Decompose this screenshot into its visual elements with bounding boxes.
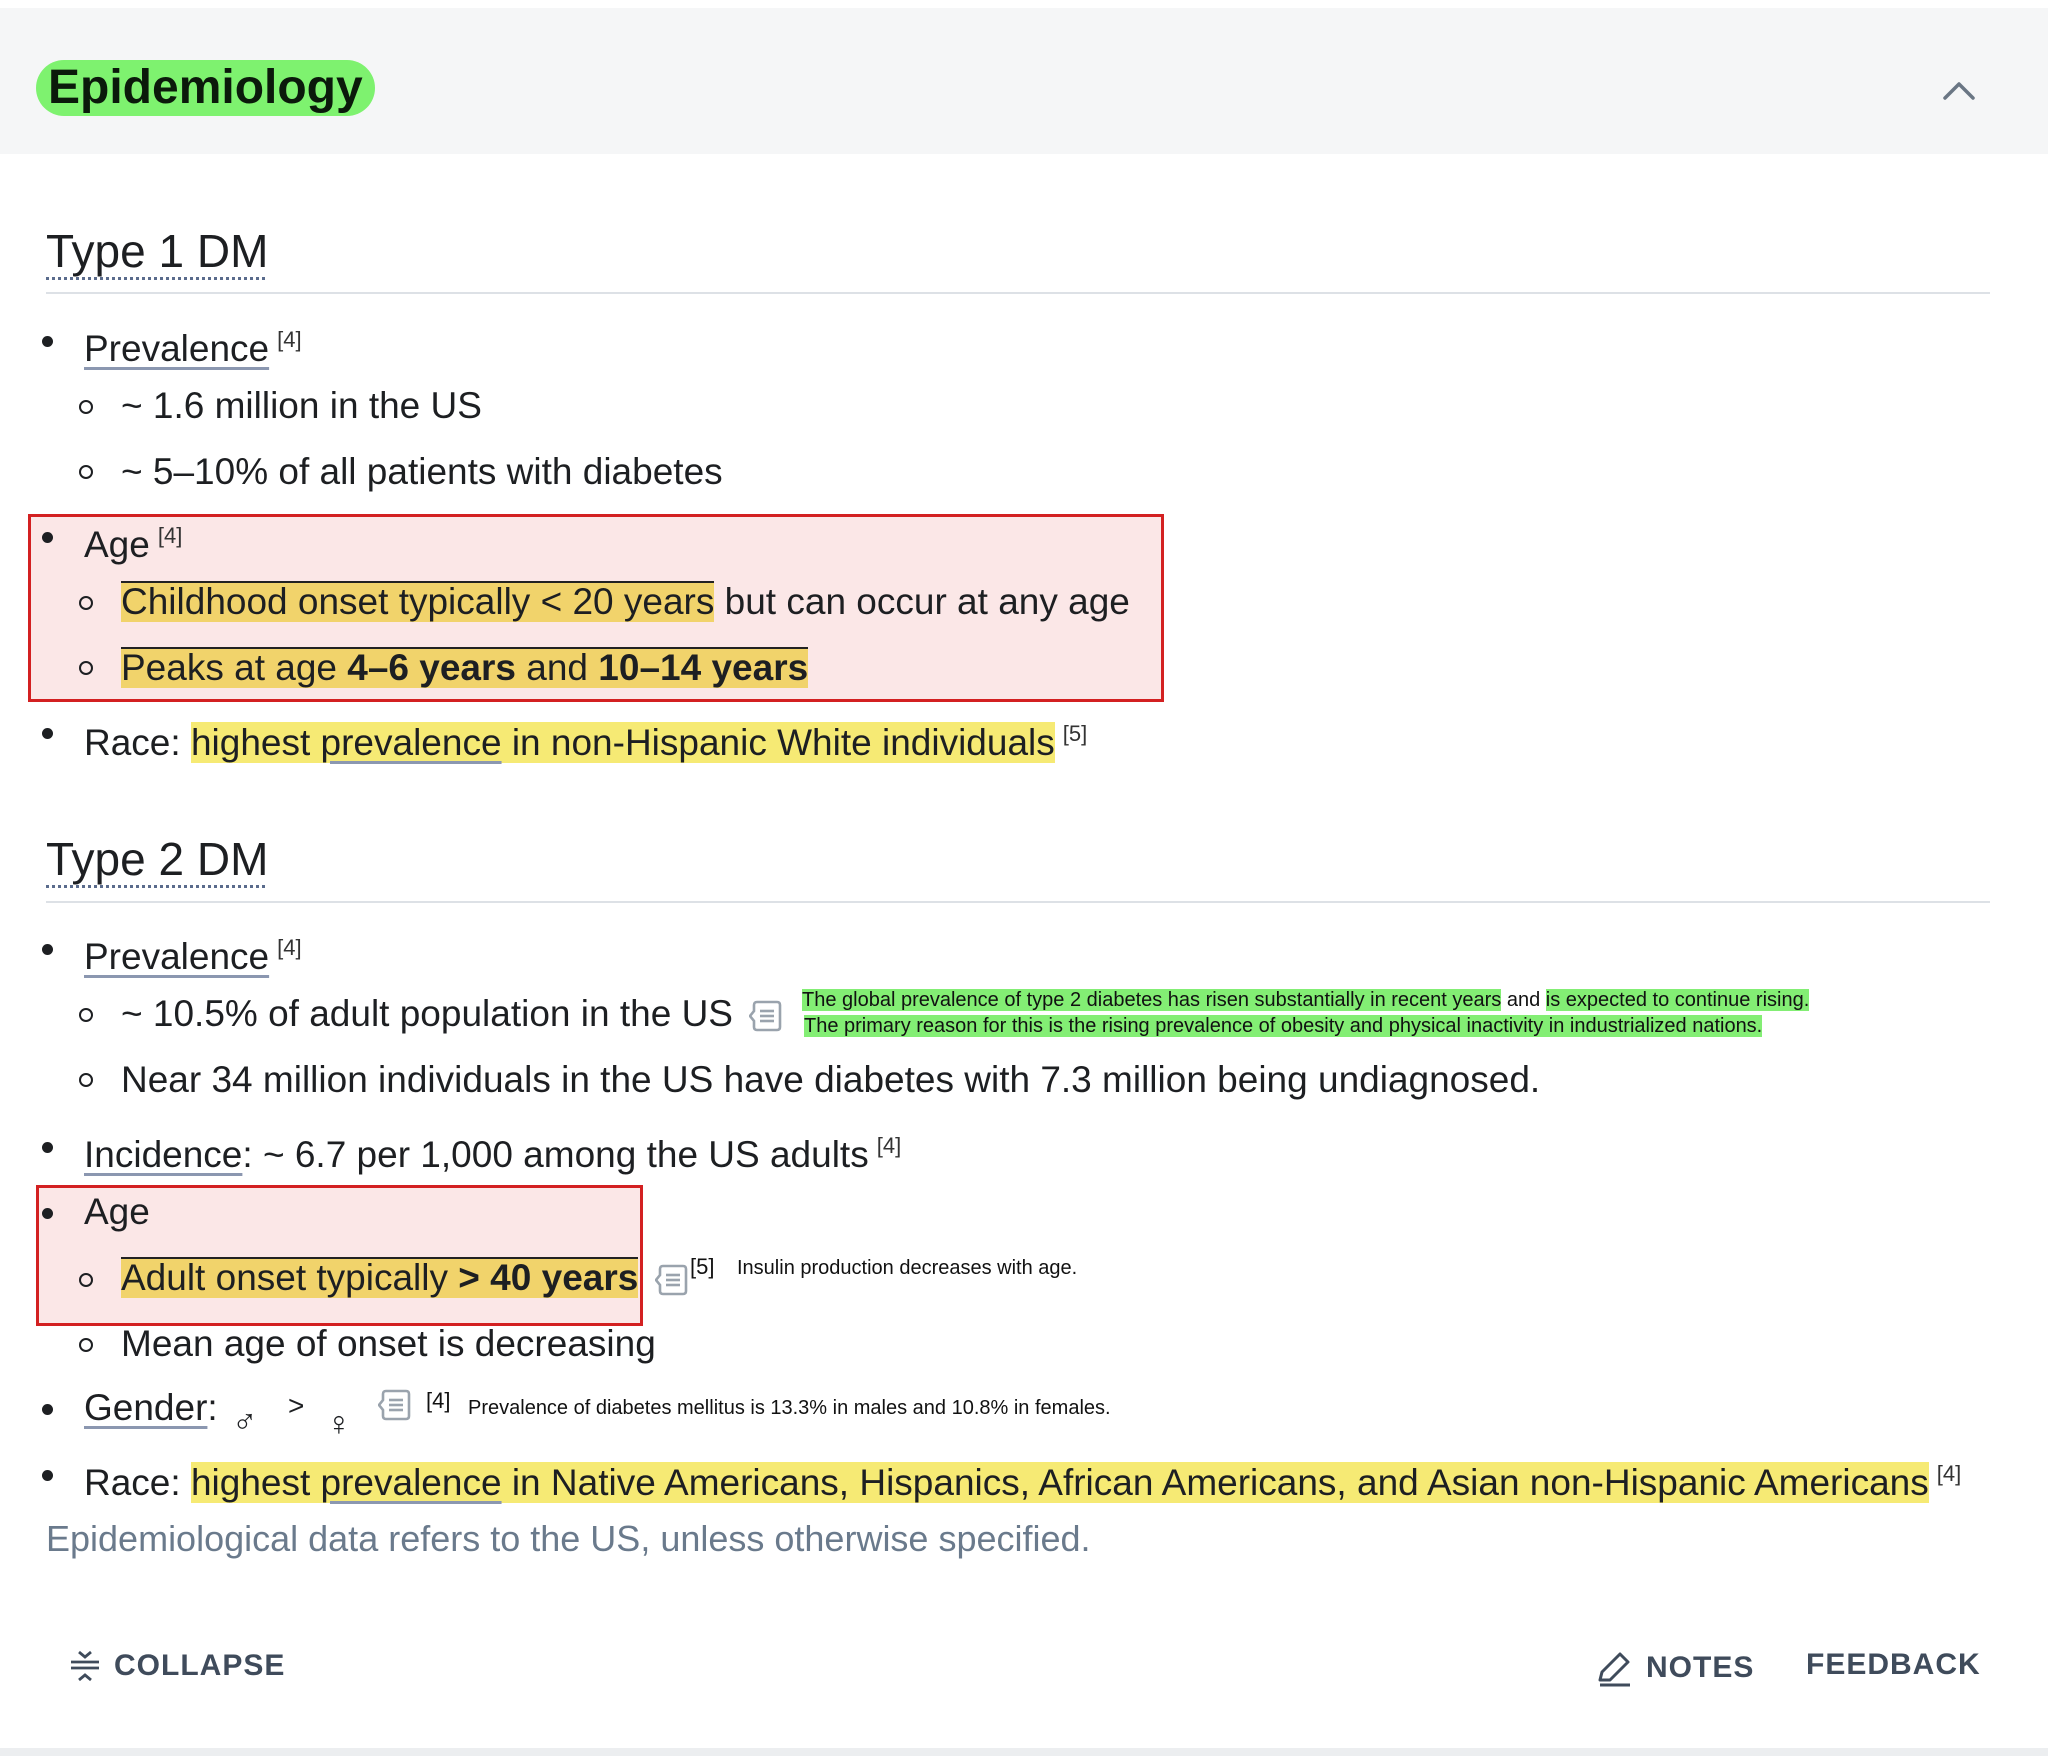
reference[interactable]: [5] (690, 1254, 714, 1280)
collapse-icon (71, 1650, 99, 1682)
prevalence-link[interactable]: prevalence (321, 1462, 502, 1503)
type1-heading[interactable]: Type 1 DM (46, 224, 268, 278)
bullet (42, 336, 53, 347)
reference[interactable]: [4] (158, 523, 182, 548)
text: Peaks at age (121, 647, 348, 688)
reference[interactable]: [5] (1063, 721, 1087, 746)
text: ~ 10.5% of adult population in the US (121, 993, 733, 1034)
note-icon[interactable] (378, 1388, 412, 1422)
section-title: Epidemiology (36, 60, 375, 116)
margin-note: Prevalence of diabetes mellitus is 13.3%… (468, 1397, 1111, 1419)
text: in Native Americans, Hispanics, African … (501, 1462, 1929, 1503)
bold-text: > 40 years (458, 1257, 639, 1298)
type1-age: Age [4] (84, 514, 182, 567)
note-icon[interactable] (654, 1263, 689, 1297)
type1-race: Race: highest prevalence in non-Hispanic… (84, 712, 1087, 765)
highlight: Peaks at age 4–6 years and 10–14 years (121, 647, 809, 688)
bold-text: 4–6 years (347, 647, 516, 688)
female-icon: ♀ (326, 1405, 352, 1443)
list-item: Adult onset typically > 40 years (121, 1256, 695, 1300)
race-label: Race: (84, 1462, 181, 1503)
prevalence-link[interactable]: Prevalence (84, 936, 269, 977)
sub-bullet (79, 465, 93, 479)
reference[interactable]: [4] (877, 1133, 901, 1158)
feedback-button[interactable]: FEEDBACK (1806, 1648, 1981, 1682)
note-icon[interactable] (749, 999, 783, 1033)
margin-note: The primary reason for this is the risin… (804, 1013, 1763, 1039)
highlight: The global prevalence of type 2 diabetes… (802, 989, 1502, 1011)
section-header[interactable]: Epidemiology (0, 8, 2048, 154)
sub-bullet (79, 1073, 93, 1087)
highlight: Adult onset typically > 40 years (121, 1257, 639, 1298)
highlight: Childhood onset typically < 20 years (121, 581, 715, 622)
gender-link[interactable]: Gender (84, 1387, 207, 1428)
list-item: Mean age of onset is decreasing (121, 1323, 656, 1364)
bullet (42, 1404, 53, 1415)
reference[interactable]: [4] (277, 935, 301, 960)
highlight: highest prevalence in Native Americans, … (190, 1462, 1929, 1503)
highlight: highest prevalence in non-Hispanic White… (190, 722, 1055, 763)
notes-label: NOTES (1646, 1651, 1755, 1684)
sub-bullet (79, 400, 93, 414)
highlight: is expected to continue rising. (1545, 989, 1810, 1011)
text: and (1501, 989, 1546, 1011)
bullet (42, 532, 53, 543)
type2-age: Age (84, 1191, 150, 1232)
collapse-button[interactable]: COLLAPSE (68, 1648, 285, 1684)
type2-gender: Gender: (84, 1386, 218, 1430)
bullet (42, 1470, 53, 1481)
text: in non-Hispanic White individuals (501, 722, 1055, 763)
pencil-icon (1598, 1652, 1630, 1687)
sub-bullet (79, 661, 93, 675)
text: but can occur at any age (714, 581, 1130, 622)
list-item: ~ 10.5% of adult population in the US (121, 992, 789, 1036)
list-item: Near 34 million individuals in the US ha… (121, 1059, 1541, 1100)
type2-heading[interactable]: Type 2 DM (46, 832, 268, 886)
bullet (42, 1208, 53, 1219)
bullet (42, 944, 53, 955)
notes-button[interactable]: NOTES (1594, 1648, 1754, 1688)
feedback-label: FEEDBACK (1806, 1648, 1981, 1681)
sub-bullet (79, 1338, 93, 1352)
reference[interactable]: [4] (1937, 1461, 1961, 1486)
text: : ~ 6.7 per 1,000 among the US adults (242, 1134, 869, 1175)
text: : (207, 1387, 218, 1428)
list-item: ~ 1.6 million in the US (121, 385, 482, 426)
age-label: Age (84, 524, 150, 565)
text: highest (190, 1462, 321, 1503)
male-icon: ♂ (232, 1403, 258, 1441)
divider (46, 292, 1990, 294)
incidence-link[interactable]: Incidence (84, 1134, 242, 1175)
margin-note: Insulin production decreases with age. (737, 1257, 1078, 1279)
bold-text: 10–14 years (598, 647, 809, 688)
list-item: Peaks at age 4–6 years and 10–14 years (121, 646, 809, 690)
bullet (42, 1142, 53, 1153)
list-item: Childhood onset typically < 20 years but… (121, 580, 1130, 624)
prevalence-link[interactable]: Prevalence (84, 328, 269, 369)
race-label: Race: (84, 722, 181, 763)
text: and (516, 647, 599, 688)
collapse-label: COLLAPSE (114, 1649, 286, 1682)
bullet (42, 728, 53, 739)
footnote: Epidemiological data refers to the US, u… (46, 1518, 1091, 1559)
margin-note: The global prevalence of type 2 diabetes… (802, 987, 1810, 1013)
sub-bullet (79, 1008, 93, 1022)
reference[interactable]: [4] (426, 1388, 450, 1414)
bottom-divider (0, 1748, 2048, 1756)
type2-incidence: Incidence: ~ 6.7 per 1,000 among the US … (84, 1124, 901, 1177)
type2-prevalence: Prevalence [4] (84, 926, 302, 979)
prevalence-link[interactable]: prevalence (321, 722, 502, 763)
sub-bullet (79, 596, 93, 610)
type2-race: Race: highest prevalence in Native Ameri… (84, 1452, 1961, 1505)
chevron-up-icon[interactable] (1942, 74, 1976, 108)
sub-bullet (79, 1273, 93, 1287)
text: highest (190, 722, 321, 763)
type1-prevalence: Prevalence [4] (84, 318, 302, 371)
divider (46, 901, 1990, 903)
text: Adult onset typically (121, 1257, 459, 1298)
highlight: The primary reason for this is the risin… (804, 1015, 1763, 1037)
greater-than: > (288, 1390, 305, 1421)
list-item: ~ 5–10% of all patients with diabetes (121, 451, 723, 492)
reference[interactable]: [4] (277, 327, 301, 352)
